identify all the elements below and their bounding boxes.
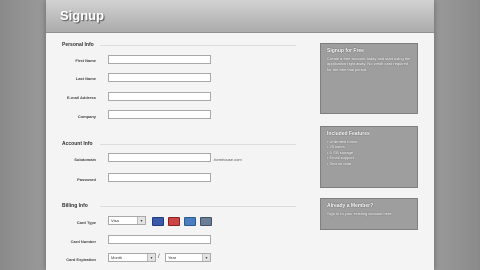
account-info-heading: Account Info — [62, 141, 93, 147]
last-name-label: Last Name — [75, 76, 96, 81]
last-name-field[interactable] — [108, 73, 211, 82]
password-field[interactable] — [108, 173, 211, 182]
company-field[interactable] — [108, 110, 211, 119]
page-header: Signup — [46, 0, 434, 33]
billing-divider — [100, 206, 296, 207]
company-label: Company — [77, 114, 96, 119]
signup-box-title: Signup for Free — [327, 48, 364, 54]
email-field[interactable] — [108, 92, 211, 101]
subdomain-suffix: .formhouse.com — [213, 157, 242, 162]
card-type-label: Card Type — [76, 220, 96, 225]
account-divider — [100, 144, 296, 145]
signup-info-box: Signup for Free Create a free account to… — [320, 43, 418, 114]
expiration-year-select[interactable]: Year ▾ — [165, 253, 211, 262]
expiration-label: Card Expiration — [66, 257, 96, 262]
expiration-month-select[interactable]: Month ▾ — [108, 253, 156, 262]
member-box: Already a Member? Sign in to your existi… — [320, 198, 418, 230]
signup-page: Signup Personal Info First Name Last Nam… — [46, 0, 434, 270]
card-number-label: Card Number — [70, 239, 96, 244]
features-box-title: Included Features — [327, 131, 370, 137]
features-box: Included Features • Unlimited forms • 25… — [320, 126, 418, 188]
month-value: Month — [111, 255, 123, 260]
card-type-select[interactable]: Visa ▾ — [108, 216, 146, 225]
subdomain-label: Subdomain — [74, 157, 96, 162]
mastercard-icon — [168, 217, 180, 226]
card-number-field[interactable] — [108, 235, 211, 244]
password-label: Password — [77, 177, 96, 182]
personal-info-heading: Personal Info — [62, 42, 94, 48]
chevron-down-icon: ▾ — [202, 254, 210, 261]
amex-icon — [184, 217, 196, 226]
personal-divider — [100, 45, 296, 46]
subdomain-field[interactable] — [108, 153, 211, 162]
right-gutter — [434, 0, 480, 270]
feature-item: • Secure data — [327, 160, 352, 166]
page-title: Signup — [60, 8, 105, 23]
signup-box-text: Create a free account today and start us… — [327, 56, 411, 72]
year-value: Year — [168, 255, 177, 260]
chevron-down-icon: ▾ — [137, 217, 145, 224]
visa-icon — [152, 217, 164, 226]
discover-icon — [200, 217, 212, 226]
left-gutter — [0, 0, 46, 270]
first-name-field[interactable] — [108, 55, 211, 64]
member-box-title: Already a Member? — [327, 203, 374, 209]
email-label: E-mail Address — [67, 95, 96, 100]
expiration-separator: / — [158, 254, 160, 260]
member-box-text[interactable]: Sign in to your existing account here. — [327, 211, 411, 216]
billing-info-heading: Billing Info — [62, 203, 88, 209]
card-type-value: Visa — [111, 218, 119, 223]
first-name-label: First Name — [75, 58, 96, 63]
chevron-down-icon: ▾ — [147, 254, 155, 261]
